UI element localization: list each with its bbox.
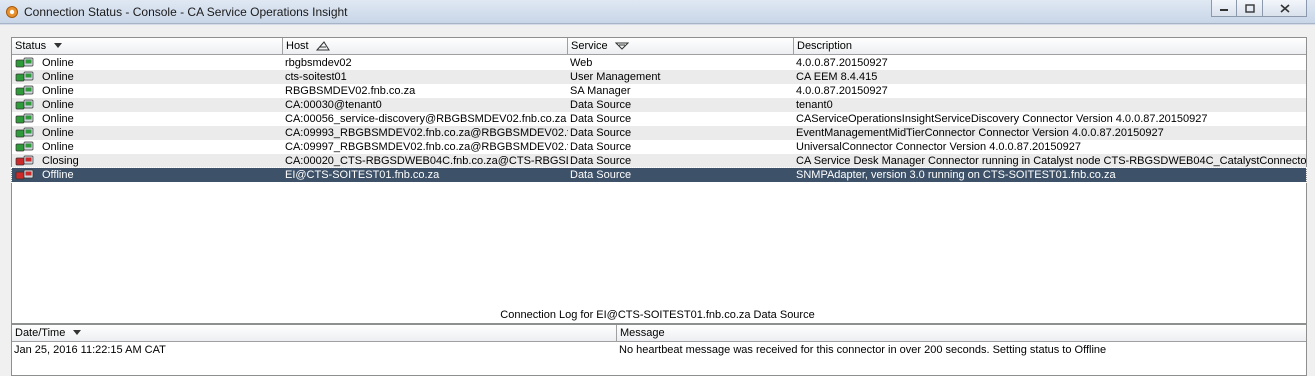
host-cell: CA:00020_CTS-RBGSDWEB04C.fnb.co.za@CTS-R… [285,155,568,167]
host-cell: EI@CTS-SOITEST01.fnb.co.za [285,169,440,181]
table-row[interactable]: Online CA:09993_RBGBSMDEV02.fnb.co.za@RBG… [12,126,1306,140]
column-label: Host [286,40,309,52]
description-cell: CA EEM 8.4.415 [796,71,878,83]
status-cell: Offline [12,168,283,182]
status-label: Online [42,57,74,69]
sort-descending-icon [54,43,63,49]
table-header: Status Host Service Description [12,38,1306,55]
service-cell: SA Manager [570,85,631,97]
column-header-datetime[interactable]: Date/Time [12,325,617,342]
datetime-cell: Jan 25, 2016 11:22:15 AM CAT [14,344,166,356]
status-cell: Online [12,112,283,126]
log-table-header: Date/Time Message [12,325,1306,342]
host-cell: CA:00056_service-discovery@RBGBSMDEV02.f… [285,113,567,125]
table-row[interactable]: Online CA:00030@tenant0 Data Source tenant0 [12,98,1306,112]
table-row[interactable]: Online CA:00056_service-discovery@RBGBSMD… [12,112,1306,126]
main-content: Status Host Service Description Online rb… [0,25,1315,376]
description-cell: CA Service Desk Manager Connector runnin… [796,155,1306,167]
column-label: Service [571,40,608,52]
column-label: Description [797,40,853,52]
window-title: Connection Status - Console - CA Service… [24,4,348,19]
minimize-icon [1220,9,1228,11]
connection-table: Status Host Service Description Online rb… [11,37,1307,324]
title-bar: Connection Status - Console - CA Service… [0,0,1315,24]
status-cell: Online [12,84,283,98]
status-cell: Online [12,140,283,154]
close-button[interactable] [1263,0,1307,17]
sort-descending-icon [73,330,82,336]
status-cell: Online [12,56,283,70]
connection-online-icon [15,57,34,68]
maximize-icon [1244,3,1255,13]
column-label: Message [620,327,665,339]
sort-ascending-icon [315,41,330,51]
log-row[interactable]: Jan 25, 2016 11:22:15 AM CAT No heartbeat… [12,343,1306,357]
host-cell: rbgbsmdev02 [285,57,352,69]
column-header-status[interactable]: Status [12,38,283,55]
status-cell: Online [12,126,283,140]
status-label: Closing [42,155,79,167]
close-icon [1279,3,1290,13]
status-label: Online [42,113,74,125]
status-label: Online [42,127,74,139]
status-cell: Online [12,98,283,112]
column-header-service[interactable]: Service [568,38,794,55]
connection-online-icon [15,99,34,110]
column-header-host[interactable]: Host [283,38,568,55]
table-row[interactable]: Online rbgbsmdev02 Web 4.0.0.87.20150927 [12,56,1306,70]
message-cell: No heartbeat message was received for th… [619,344,1107,356]
sort-filter-icon [614,42,629,50]
table-row[interactable]: Offline EI@CTS-SOITEST01.fnb.co.za Data So… [11,167,1307,183]
status-label: Online [42,71,74,83]
service-cell: Web [570,57,593,69]
connection-online-icon [15,71,34,82]
connection-offline-icon [15,169,34,180]
connection-online-icon [15,127,34,138]
description-cell: tenant0 [796,99,833,111]
service-cell: Data Source [570,155,632,167]
column-label: Status [15,40,47,52]
status-label: Offline [42,169,74,181]
status-label: Online [42,85,74,97]
window-controls [1211,0,1307,17]
table-row[interactable]: Closing CA:00020_CTS-RBGSDWEB04C.fnb.co.z… [12,154,1306,168]
description-cell: 4.0.0.87.20150927 [796,57,888,69]
minimize-button[interactable] [1211,0,1237,17]
service-cell: Data Source [570,141,632,153]
connection-online-icon [15,85,34,96]
host-cell: CA:09997_RBGBSMDEV02.fnb.co.za@RBGBSMDEV… [285,141,568,153]
table-row[interactable]: Online CA:09997_RBGBSMDEV02.fnb.co.za@RBG… [12,140,1306,154]
status-label: Online [42,99,74,111]
service-cell: Data Source [570,113,632,125]
column-label: Date/Time [15,327,66,339]
host-cell: CA:09993_RBGBSMDEV02.fnb.co.za@RBGBSMDEV… [285,127,568,139]
table-row[interactable]: Online RBGBSMDEV02.fnb.co.za SA Manager 4.0… [12,84,1306,98]
connection-offline-icon [15,155,34,166]
connection-log-table: Date/Time Message Jan 25, 2016 11:22:15 … [11,324,1307,376]
host-cell: RBGBSMDEV02.fnb.co.za [285,85,416,97]
service-cell: User Management [570,71,661,83]
service-cell: Data Source [570,169,632,181]
status-label: Online [42,141,74,153]
status-cell: Online [12,70,283,84]
description-cell: CAServiceOperationsInsightServiceDiscove… [796,113,1208,125]
maximize-button[interactable] [1237,0,1263,17]
description-cell: UniversalConnector Connector Version 4.0… [796,141,1081,153]
host-cell: CA:00030@tenant0 [285,99,382,111]
service-cell: Data Source [570,127,632,139]
connection-log-title: Connection Log for EI@CTS-SOITEST01.fnb.… [500,309,815,321]
column-header-description[interactable]: Description [794,38,1306,55]
column-header-message[interactable]: Message [617,325,1306,342]
service-cell: Data Source [570,99,632,111]
host-cell: cts-soitest01 [285,71,347,83]
connection-online-icon [15,141,34,152]
description-cell: SNMPAdapter, version 3.0 running on CTS-… [796,169,1116,181]
description-cell: EventManagementMidTierConnector Connecto… [796,127,1164,139]
description-cell: 4.0.0.87.20150927 [796,85,888,97]
status-cell: Closing [12,154,283,168]
app-icon [6,5,18,18]
connection-online-icon [15,113,34,124]
table-row[interactable]: Online cts-soitest01 User Management CA EEM… [12,70,1306,84]
